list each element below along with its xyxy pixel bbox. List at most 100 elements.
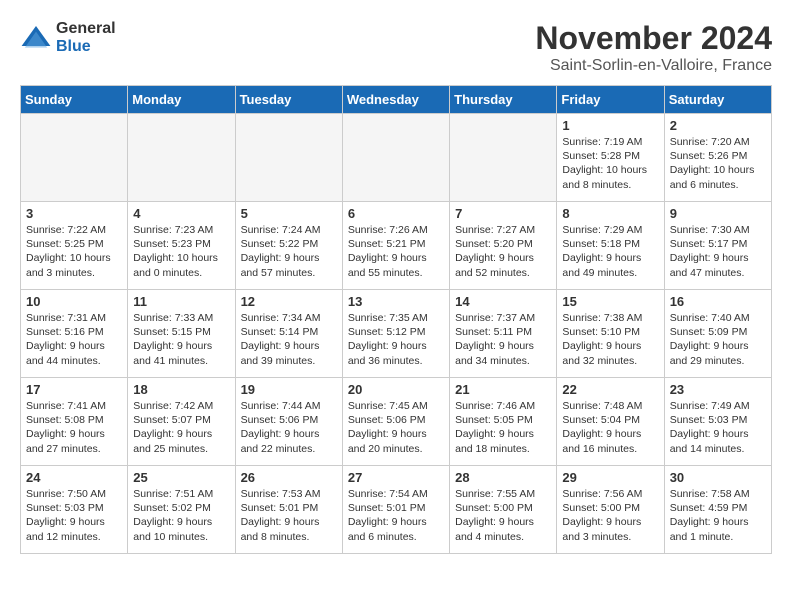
day-number: 11 — [133, 294, 229, 309]
day-info: Sunrise: 7:26 AM Sunset: 5:21 PM Dayligh… — [348, 223, 444, 280]
calendar-cell: 30 Sunrise: 7:58 AM Sunset: 4:59 PM Dayli… — [664, 466, 771, 554]
weekday-header-row: SundayMondayTuesdayWednesdayThursdayFrid… — [21, 86, 772, 114]
calendar-cell: 8 Sunrise: 7:29 AM Sunset: 5:18 PM Daylig… — [557, 202, 664, 290]
calendar-cell: 22 Sunrise: 7:48 AM Sunset: 5:04 PM Dayli… — [557, 378, 664, 466]
logo-icon — [20, 22, 52, 54]
calendar-cell: 28Sunrise: 7:55 AM Sunset: 5:00 PM Dayli… — [450, 466, 557, 554]
day-info: Sunrise: 7:46 AM Sunset: 5:05 PM Dayligh… — [455, 399, 551, 456]
day-number: 22 — [562, 382, 658, 397]
day-info: Sunrise: 7:55 AM Sunset: 5:00 PM Dayligh… — [455, 487, 551, 544]
day-number: 1 — [562, 118, 658, 133]
calendar-cell: 24Sunrise: 7:50 AM Sunset: 5:03 PM Dayli… — [21, 466, 128, 554]
logo-general-text: General — [56, 20, 116, 38]
calendar-cell: 3 Sunrise: 7:22 AM Sunset: 5:25 PM Daylig… — [21, 202, 128, 290]
day-info: Sunrise: 7:50 AM Sunset: 5:03 PM Dayligh… — [26, 487, 122, 544]
day-info: Sunrise: 7:19 AM Sunset: 5:28 PM Dayligh… — [562, 135, 658, 192]
day-number: 27 — [348, 470, 444, 485]
calendar-cell: 17Sunrise: 7:41 AM Sunset: 5:08 PM Dayli… — [21, 378, 128, 466]
day-number: 26 — [241, 470, 337, 485]
day-number: 3 — [26, 206, 122, 221]
day-info: Sunrise: 7:22 AM Sunset: 5:25 PM Dayligh… — [26, 223, 122, 280]
calendar-cell: 4 Sunrise: 7:23 AM Sunset: 5:23 PM Daylig… — [128, 202, 235, 290]
day-info: Sunrise: 7:48 AM Sunset: 5:04 PM Dayligh… — [562, 399, 658, 456]
day-number: 25 — [133, 470, 229, 485]
day-number: 4 — [133, 206, 229, 221]
day-info: Sunrise: 7:38 AM Sunset: 5:10 PM Dayligh… — [562, 311, 658, 368]
day-number: 14 — [455, 294, 551, 309]
weekday-header-monday: Monday — [128, 86, 235, 114]
day-info: Sunrise: 7:42 AM Sunset: 5:07 PM Dayligh… — [133, 399, 229, 456]
calendar-cell: 16Sunrise: 7:40 AM Sunset: 5:09 PM Dayli… — [664, 290, 771, 378]
day-info: Sunrise: 7:37 AM Sunset: 5:11 PM Dayligh… — [455, 311, 551, 368]
day-number: 29 — [562, 470, 658, 485]
day-info: Sunrise: 7:58 AM Sunset: 4:59 PM Dayligh… — [670, 487, 766, 544]
week-row-4: 17Sunrise: 7:41 AM Sunset: 5:08 PM Dayli… — [21, 378, 772, 466]
weekday-header-wednesday: Wednesday — [342, 86, 449, 114]
day-info: Sunrise: 7:33 AM Sunset: 5:15 PM Dayligh… — [133, 311, 229, 368]
day-info: Sunrise: 7:53 AM Sunset: 5:01 PM Dayligh… — [241, 487, 337, 544]
calendar-cell: 26 Sunrise: 7:53 AM Sunset: 5:01 PM Dayli… — [235, 466, 342, 554]
calendar-cell: 23Sunrise: 7:49 AM Sunset: 5:03 PM Dayli… — [664, 378, 771, 466]
day-info: Sunrise: 7:35 AM Sunset: 5:12 PM Dayligh… — [348, 311, 444, 368]
day-number: 13 — [348, 294, 444, 309]
logo: General Blue — [20, 20, 116, 55]
day-info: Sunrise: 7:34 AM Sunset: 5:14 PM Dayligh… — [241, 311, 337, 368]
calendar-cell: 10Sunrise: 7:31 AM Sunset: 5:16 PM Dayli… — [21, 290, 128, 378]
calendar-table: SundayMondayTuesdayWednesdayThursdayFrid… — [20, 85, 772, 554]
day-number: 18 — [133, 382, 229, 397]
calendar-cell: 5Sunrise: 7:24 AM Sunset: 5:22 PM Daylig… — [235, 202, 342, 290]
calendar-cell: 9 Sunrise: 7:30 AM Sunset: 5:17 PM Daylig… — [664, 202, 771, 290]
day-number: 19 — [241, 382, 337, 397]
calendar-cell: 27 Sunrise: 7:54 AM Sunset: 5:01 PM Dayli… — [342, 466, 449, 554]
calendar-cell: 21 Sunrise: 7:46 AM Sunset: 5:05 PM Dayli… — [450, 378, 557, 466]
day-number: 12 — [241, 294, 337, 309]
calendar-cell: 6 Sunrise: 7:26 AM Sunset: 5:21 PM Daylig… — [342, 202, 449, 290]
month-title: November 2024 — [535, 20, 772, 57]
calendar-cell: 11 Sunrise: 7:33 AM Sunset: 5:15 PM Dayli… — [128, 290, 235, 378]
calendar-cell — [235, 114, 342, 202]
page-header: General Blue November 2024 Saint-Sorlin-… — [20, 20, 772, 75]
title-area: November 2024 Saint-Sorlin-en-Valloire, … — [535, 20, 772, 75]
calendar-cell: 18 Sunrise: 7:42 AM Sunset: 5:07 PM Dayli… — [128, 378, 235, 466]
week-row-2: 3 Sunrise: 7:22 AM Sunset: 5:25 PM Daylig… — [21, 202, 772, 290]
calendar-cell — [342, 114, 449, 202]
day-info: Sunrise: 7:45 AM Sunset: 5:06 PM Dayligh… — [348, 399, 444, 456]
day-number: 6 — [348, 206, 444, 221]
day-info: Sunrise: 7:56 AM Sunset: 5:00 PM Dayligh… — [562, 487, 658, 544]
location-title: Saint-Sorlin-en-Valloire, France — [535, 57, 772, 75]
calendar-cell: 12 Sunrise: 7:34 AM Sunset: 5:14 PM Dayli… — [235, 290, 342, 378]
day-number: 30 — [670, 470, 766, 485]
day-number: 20 — [348, 382, 444, 397]
day-info: Sunrise: 7:40 AM Sunset: 5:09 PM Dayligh… — [670, 311, 766, 368]
day-info: Sunrise: 7:44 AM Sunset: 5:06 PM Dayligh… — [241, 399, 337, 456]
week-row-5: 24Sunrise: 7:50 AM Sunset: 5:03 PM Dayli… — [21, 466, 772, 554]
calendar-cell: 7 Sunrise: 7:27 AM Sunset: 5:20 PM Daylig… — [450, 202, 557, 290]
calendar-cell: 1 Sunrise: 7:19 AM Sunset: 5:28 PM Daylig… — [557, 114, 664, 202]
day-number: 7 — [455, 206, 551, 221]
day-info: Sunrise: 7:24 AM Sunset: 5:22 PM Dayligh… — [241, 223, 337, 280]
calendar-cell: 19 Sunrise: 7:44 AM Sunset: 5:06 PM Dayli… — [235, 378, 342, 466]
day-number: 15 — [562, 294, 658, 309]
day-number: 9 — [670, 206, 766, 221]
day-number: 21 — [455, 382, 551, 397]
weekday-header-thursday: Thursday — [450, 86, 557, 114]
calendar-cell: 13 Sunrise: 7:35 AM Sunset: 5:12 PM Dayli… — [342, 290, 449, 378]
day-info: Sunrise: 7:27 AM Sunset: 5:20 PM Dayligh… — [455, 223, 551, 280]
day-info: Sunrise: 7:54 AM Sunset: 5:01 PM Dayligh… — [348, 487, 444, 544]
weekday-header-tuesday: Tuesday — [235, 86, 342, 114]
calendar-cell: 25Sunrise: 7:51 AM Sunset: 5:02 PM Dayli… — [128, 466, 235, 554]
day-number: 23 — [670, 382, 766, 397]
calendar-cell — [450, 114, 557, 202]
week-row-1: 1 Sunrise: 7:19 AM Sunset: 5:28 PM Daylig… — [21, 114, 772, 202]
calendar-cell: 14 Sunrise: 7:37 AM Sunset: 5:11 PM Dayli… — [450, 290, 557, 378]
day-number: 8 — [562, 206, 658, 221]
calendar-cell: 20 Sunrise: 7:45 AM Sunset: 5:06 PM Dayli… — [342, 378, 449, 466]
calendar-cell: 15 Sunrise: 7:38 AM Sunset: 5:10 PM Dayli… — [557, 290, 664, 378]
calendar-cell — [128, 114, 235, 202]
day-info: Sunrise: 7:30 AM Sunset: 5:17 PM Dayligh… — [670, 223, 766, 280]
day-number: 10 — [26, 294, 122, 309]
day-info: Sunrise: 7:29 AM Sunset: 5:18 PM Dayligh… — [562, 223, 658, 280]
day-info: Sunrise: 7:23 AM Sunset: 5:23 PM Dayligh… — [133, 223, 229, 280]
calendar-cell: 29 Sunrise: 7:56 AM Sunset: 5:00 PM Dayli… — [557, 466, 664, 554]
day-number: 2 — [670, 118, 766, 133]
